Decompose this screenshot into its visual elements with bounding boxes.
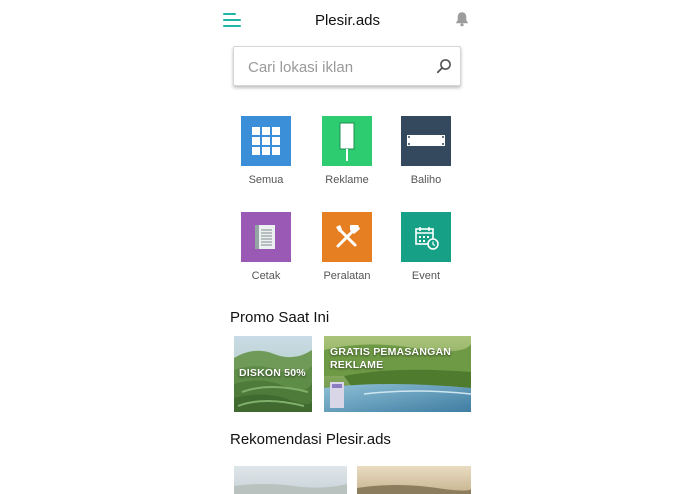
category-baliho[interactable]: Baliho: [386, 116, 466, 186]
calendar-clock-icon: [401, 212, 451, 262]
billboard-pole-icon: [322, 116, 372, 166]
recommendation-image: [234, 466, 347, 494]
recommendation-image: [357, 466, 471, 494]
promo-card-gratis[interactable]: GRATIS PEMASANGAN REKLAME: [324, 336, 471, 412]
category-peralatan[interactable]: Peralatan: [307, 212, 387, 282]
category-reklame[interactable]: Reklame: [307, 116, 387, 186]
notification-bell-icon[interactable]: [455, 11, 469, 27]
category-label: Cetak: [251, 270, 281, 282]
category-label: Peralatan: [323, 270, 371, 282]
recommendation-card[interactable]: [357, 466, 471, 494]
category-label: Semua: [248, 174, 284, 186]
search-icon[interactable]: [436, 58, 452, 74]
category-label: Reklame: [325, 174, 369, 186]
promo-section-title: Promo Saat Ini: [230, 309, 330, 326]
print-book-icon: [241, 212, 291, 262]
category-cetak[interactable]: Cetak: [226, 212, 306, 282]
app-title: Plesir.ads: [314, 12, 381, 29]
promo-card-text: DISKON 50%: [239, 367, 306, 379]
promo-card-text: GRATIS PEMASANGAN REKLAME: [330, 346, 452, 371]
banner-icon: [401, 116, 451, 166]
tools-icon: [322, 212, 372, 262]
category-semua[interactable]: Semua: [226, 116, 306, 186]
category-event[interactable]: Event: [386, 212, 466, 282]
category-label: Event: [411, 270, 441, 282]
category-label: Baliho: [410, 174, 442, 186]
grid-icon: [241, 116, 291, 166]
recommendation-card[interactable]: [234, 466, 347, 494]
recommendation-section-title: Rekomendasi Plesir.ads: [230, 431, 391, 448]
search-input[interactable]: [248, 55, 428, 79]
promo-card-diskon[interactable]: DISKON 50%: [234, 336, 312, 412]
search-bar: [233, 46, 461, 86]
